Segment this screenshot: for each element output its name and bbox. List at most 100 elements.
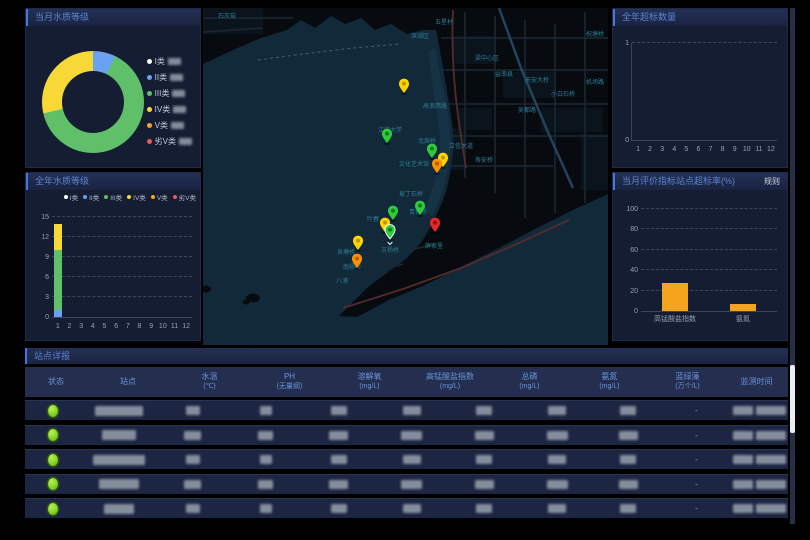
value-redacted <box>329 480 348 489</box>
table-row[interactable]: - <box>25 498 788 518</box>
legend-label: III类 <box>155 88 170 99</box>
value-cell <box>520 480 594 489</box>
legend-value-redacted <box>171 122 184 129</box>
algae-value: - <box>695 431 698 440</box>
stacked-bar-segment[interactable] <box>54 250 62 310</box>
legend-label: II类 <box>89 192 99 202</box>
rules-link[interactable]: 规则 <box>764 173 780 190</box>
month-quality-donut-chart[interactable] <box>42 51 144 153</box>
table-row[interactable]: - <box>25 400 788 420</box>
value-redacted <box>186 455 200 464</box>
value-redacted <box>260 455 272 464</box>
value-redacted <box>475 431 494 440</box>
map-place-label: 机场路 <box>586 78 604 86</box>
table-row[interactable]: - <box>25 449 788 469</box>
value-redacted <box>475 480 494 489</box>
map-place-label: 八浦 <box>336 277 348 285</box>
header-line1: 总磷 <box>522 372 538 382</box>
map-place-label: 祝塘桥 <box>586 30 604 38</box>
algae-value: - <box>695 504 698 513</box>
value-cell <box>230 504 302 513</box>
value-redacted <box>331 504 347 513</box>
station-map[interactable]: 石灰窑五星村滨湖区祝塘桥梁中心区益南县天安大桥机场路小白石桥高浪西路吴都路江南大… <box>203 8 608 345</box>
value-cell <box>302 504 376 513</box>
value-redacted <box>184 480 201 489</box>
panel-month-water-quality: 当月水质等级 I类II类III类IV类V类劣V类 <box>25 8 201 168</box>
value-cell <box>594 406 662 415</box>
value-redacted <box>476 455 492 464</box>
gridline <box>52 216 192 217</box>
x-axis-tick-label: 氨氮 <box>736 314 750 324</box>
x-axis-tick-label: 6 <box>114 323 118 330</box>
stacked-bar-segment[interactable] <box>54 310 62 317</box>
value-cell <box>156 431 230 440</box>
legend-value-redacted <box>170 74 183 81</box>
x-axis-tick-label: 5 <box>684 146 688 153</box>
year-quality-stacked-bar-chart[interactable]: 03691215123456789101112 <box>52 217 192 318</box>
station-cell <box>81 479 156 489</box>
value-redacted <box>186 406 200 415</box>
algae-value: - <box>695 455 698 464</box>
algae-cell: - <box>662 455 730 464</box>
value-redacted <box>476 406 492 415</box>
map-place-label: 文化艺术馆 <box>399 160 429 168</box>
x-axis-tick-label: 1 <box>56 323 60 330</box>
value-redacted <box>403 504 421 513</box>
status-cell <box>25 429 81 441</box>
stacked-bar-segment[interactable] <box>54 224 62 251</box>
table-row[interactable]: - <box>25 474 788 494</box>
dashboard-root: { "panels": { "month_quality": { "title"… <box>0 0 810 540</box>
station-cell <box>81 430 156 440</box>
value-redacted <box>548 504 566 513</box>
year-exceed-chart[interactable]: 01123456789101112 <box>631 43 777 141</box>
time-cell <box>731 504 788 513</box>
rate-bar[interactable] <box>662 283 688 311</box>
month-rate-bar-chart[interactable]: 020406080100高锰酸盐指数氨氮 <box>641 209 777 312</box>
panel-title-year-quality: 全年水质等级 <box>26 173 200 190</box>
value-redacted <box>401 431 422 440</box>
value-redacted <box>476 504 492 513</box>
algae-cell: - <box>662 406 730 415</box>
value-cell <box>594 455 662 464</box>
value-cell <box>376 455 449 464</box>
map-place-label: 寿安桥 <box>475 156 493 164</box>
table-header-cell: 站点 <box>87 377 169 387</box>
table-row[interactable]: - <box>25 425 788 445</box>
value-redacted <box>331 406 347 415</box>
table-title: 站点详报 <box>25 348 788 364</box>
page-scrollbar-thumb[interactable] <box>790 365 795 433</box>
y-axis-tick-label: 6 <box>32 274 49 281</box>
map-place-label: 益南县 <box>495 70 513 78</box>
x-axis-tick-label: 10 <box>743 146 751 153</box>
value-redacted <box>548 406 566 415</box>
time-redacted <box>756 431 786 440</box>
legend-item: V类 <box>151 192 168 202</box>
rate-bar[interactable] <box>730 304 756 311</box>
header-line1: 氨氮 <box>602 372 618 382</box>
panel-year-exceed-count: 全年超标数量 01123456789101112 <box>612 8 788 168</box>
legend-dot-icon <box>151 195 155 199</box>
header-line1: 高锰酸盐指数 <box>426 372 474 382</box>
x-axis-tick-label: 3 <box>79 323 83 330</box>
header-line1: 监测时间 <box>741 377 773 387</box>
page-scrollbar-track[interactable] <box>790 8 795 524</box>
legend-label: I类 <box>70 192 78 202</box>
legend-label: IV类 <box>155 104 171 115</box>
month-quality-donut-legend: I类II类III类IV类V类劣V类 <box>147 53 192 149</box>
header-line2: (无量纲) <box>277 382 303 392</box>
legend-value-redacted <box>172 90 185 97</box>
legend-item: IV类 <box>127 192 146 202</box>
value-cell <box>156 455 230 464</box>
time-cell <box>731 431 788 440</box>
legend-item: III类 <box>147 85 192 101</box>
map-canvas[interactable]: 石灰窑五星村滨湖区祝塘桥梁中心区益南县天安大桥机场路小白石桥高浪西路吴都路江南大… <box>203 8 608 345</box>
map-place-label: 立信大道 <box>449 142 473 150</box>
x-axis-tick-label: 9 <box>733 146 737 153</box>
map-place-label: 吴塘桥 <box>337 248 355 256</box>
header-line1: 蓝绿藻 <box>676 372 700 382</box>
header-line1: 水温 <box>202 372 218 382</box>
value-cell <box>448 480 520 489</box>
status-ok-icon <box>48 405 58 417</box>
algae-cell: - <box>662 480 730 489</box>
value-cell <box>376 431 449 440</box>
